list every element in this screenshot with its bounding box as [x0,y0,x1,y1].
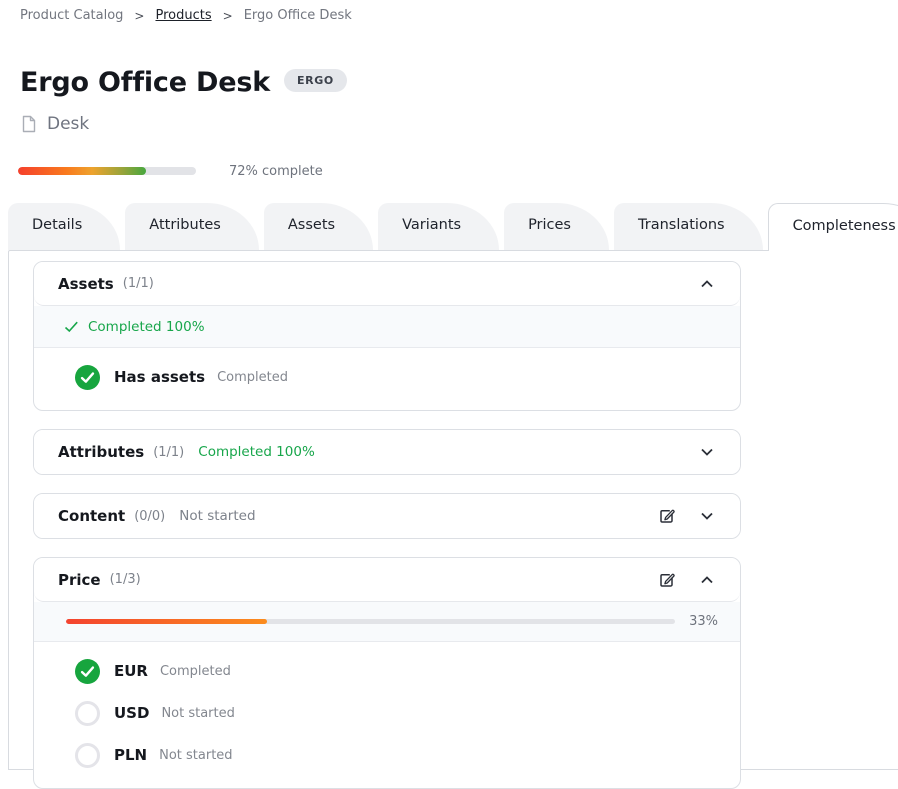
item-status: Completed [160,664,231,679]
category-label: Desk [47,114,89,134]
content-card-header[interactable]: Content (0/0) Not started [34,494,740,538]
price-item-usd: USD Not started [34,692,740,734]
category-row: Desk [20,114,89,134]
breadcrumb-separator: > [223,9,233,23]
item-status: Not started [159,748,232,763]
completed-check-icon [75,659,100,684]
completed-check-icon [75,365,100,390]
price-card-header[interactable]: Price (1/3) [34,558,740,602]
tab-attributes[interactable]: Attributes [125,203,259,250]
item-status: Not started [161,706,234,721]
price-progress-row: 33% [34,602,740,642]
price-item-pln: PLN Not started [34,734,740,776]
tab-assets[interactable]: Assets [264,203,373,250]
item-name: USD [114,704,149,722]
assets-card-title: Assets [58,275,114,293]
chevron-up-icon [696,569,718,591]
item-name: PLN [114,746,147,764]
assets-collapse-button[interactable] [694,271,720,297]
assets-card: Assets (1/1) Completed 100% Has assets C… [33,261,741,411]
content-expand-button[interactable] [694,503,720,529]
chevron-down-icon [696,441,718,463]
tab-variants[interactable]: Variants [378,203,499,250]
item-name: EUR [114,662,148,680]
attributes-expand-button[interactable] [694,439,720,465]
tab-details[interactable]: Details [8,203,120,250]
progress-track [18,167,196,175]
attributes-card-count: (1/1) [153,445,184,460]
page-title: Ergo Office Desk [20,66,270,100]
check-icon [64,321,79,333]
price-progress-track [66,619,675,624]
breadcrumb-products[interactable]: Products [155,8,211,23]
tab-completeness[interactable]: Completeness [768,203,898,251]
price-edit-button[interactable] [654,567,680,593]
price-progress-label: 33% [689,614,718,629]
tab-bar: Details Attributes Assets Variants Price… [8,203,898,251]
assets-card-count: (1/1) [123,276,154,291]
edit-icon [657,570,677,590]
overall-progress: 72% complete [18,163,323,179]
breadcrumb-current-page: Ergo Office Desk [244,8,352,23]
empty-status-icon [75,701,100,726]
breadcrumb-separator: > [134,9,144,23]
attributes-card: Attributes (1/1) Completed 100% [33,429,741,475]
attributes-card-header[interactable]: Attributes (1/1) Completed 100% [34,430,740,474]
content-edit-button[interactable] [654,503,680,529]
empty-status-icon [75,743,100,768]
price-card-count: (1/3) [110,572,141,587]
item-status: Completed [217,370,288,385]
assets-card-header[interactable]: Assets (1/1) [34,262,740,306]
price-card: Price (1/3) 33% [33,557,741,789]
sku-badge: ERGO [284,69,347,92]
tab-prices[interactable]: Prices [504,203,609,250]
breadcrumb-product-catalog[interactable]: Product Catalog [20,8,123,23]
progress-label: 72% complete [229,164,323,179]
price-item-eur: EUR Completed [34,650,740,692]
item-name: Has assets [114,368,205,386]
edit-icon [657,506,677,526]
content-card-title: Content [58,507,125,525]
chevron-up-icon [696,273,718,295]
assets-summary-text: Completed 100% [88,319,205,335]
content-card-summary: Not started [179,508,255,524]
assets-summary-row: Completed 100% [34,306,740,348]
completeness-panel: Assets (1/1) Completed 100% Has assets C… [8,250,898,770]
chevron-down-icon [696,505,718,527]
tab-translations[interactable]: Translations [614,203,763,250]
title-row: Ergo Office Desk ERGO [20,66,347,100]
content-card-count: (0/0) [134,509,165,524]
progress-fill [18,167,146,175]
price-card-title: Price [58,571,101,589]
breadcrumb: Product Catalog > Products > Ergo Office… [20,8,352,23]
assets-item-has-assets: Has assets Completed [34,356,740,398]
price-progress-fill [66,619,267,624]
content-card: Content (0/0) Not started [33,493,741,539]
file-icon [20,115,38,133]
attributes-card-title: Attributes [58,443,144,461]
attributes-card-summary: Completed 100% [198,444,315,460]
price-collapse-button[interactable] [694,567,720,593]
